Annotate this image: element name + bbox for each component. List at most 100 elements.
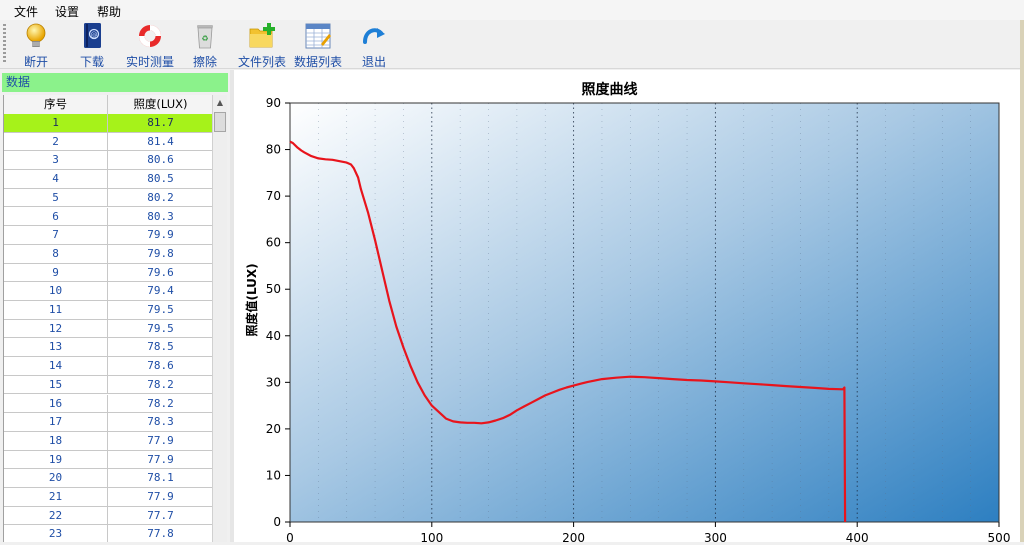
cell-illuminance: 78.6 [147,359,174,373]
table-row[interactable]: 7 79.9 [4,226,213,245]
column-header-illuminance[interactable]: 照度(LUX) [108,95,213,114]
x-tick-label: 500 [988,531,1011,542]
y-tick-label: 40 [266,329,281,343]
erase-button[interactable]: ♻ 擦除 [184,22,226,69]
table-row[interactable]: 18 77.9 [4,431,213,451]
cell-illuminance: 79.9 [147,228,174,242]
file-list-label: 文件列表 [237,55,286,69]
data-table[interactable]: 序号 照度(LUX) 1 81.7 2 81.4 3 80.6 4 80.5 5 80.2 6 80.… [3,95,213,542]
cell-illuminance: 77.8 [147,527,174,541]
cell-index: 6 [52,209,59,223]
lightbulb-icon [26,23,46,47]
cell-index: 23 [48,527,63,541]
table-row[interactable]: 12 79.5 [4,319,213,339]
table-row[interactable]: 17 78.3 [4,413,213,432]
table-row[interactable]: 5 80.2 [4,188,213,208]
cell-index: 7 [52,228,59,242]
table-row[interactable]: 8 79.8 [4,244,213,264]
y-tick-label: 60 [266,236,281,250]
table-row[interactable]: 14 78.6 [4,357,213,376]
svg-text:♻: ♻ [201,34,208,43]
cell-index: 21 [48,490,63,503]
realtime-measure-label: 实时测量 [125,55,174,69]
data-list-label: 数据列表 [293,55,342,69]
table-scrollbar[interactable]: ▲ [212,95,227,542]
column-header-index[interactable]: 序号 [4,95,107,114]
toolbar-grip[interactable] [3,24,6,64]
y-tick-label: 30 [266,375,281,389]
y-axis-label: 照度值(LUX) [244,263,259,336]
x-tick-label: 300 [704,531,727,542]
table-row[interactable]: 10 79.4 [4,282,213,301]
cell-illuminance: 78.3 [147,415,174,429]
menu-settings[interactable]: 设置 [55,3,79,20]
table-row[interactable]: 20 78.1 [4,469,213,488]
y-tick-label: 50 [266,282,281,296]
cell-index: 19 [48,452,63,466]
cell-illuminance: 78.2 [147,396,174,410]
menu-help[interactable]: 帮助 [97,3,121,20]
menu-bar: 文件 设置 帮助 [0,0,1024,20]
lifebuoy-icon [139,25,161,47]
cell-index: 15 [48,377,63,391]
y-tick-label: 20 [266,422,281,436]
y-tick-label: 80 [266,143,281,157]
disconnect-button[interactable]: 断开 [10,22,62,69]
download-button[interactable]: @ 下载 [66,22,118,69]
table-row[interactable]: 2 81.4 [4,132,213,152]
table-row[interactable]: 22 77.7 [4,506,213,526]
cell-index: 12 [48,321,63,335]
cell-index: 10 [48,284,63,298]
toolbar: 断开 @ 下载 实时测量 ♻ 擦除 文件列表 数据列表 退出 [0,20,1024,69]
table-row[interactable]: 13 78.5 [4,338,213,358]
cell-index: 3 [52,153,59,167]
folder-add-icon [249,23,275,48]
cell-index: 4 [52,172,59,186]
data-panel: 数据 序号 照度(LUX) 1 81.7 2 81.4 3 80.6 4 80.5 5 80.2 6… [0,70,230,542]
cell-illuminance: 80.2 [147,190,174,204]
table-row[interactable]: 15 78.2 [4,375,213,395]
cell-illuminance: 78.5 [147,340,174,354]
data-panel-title: 数据 [2,73,228,92]
cell-illuminance: 81.7 [147,116,174,129]
y-tick-label: 70 [266,189,281,203]
cell-index: 2 [52,134,59,148]
table-row[interactable]: 9 79.6 [4,263,213,283]
exit-button[interactable]: 退出 [354,22,394,69]
data-list-button[interactable]: 数据列表 [292,22,344,69]
scroll-thumb[interactable] [214,112,226,132]
x-tick-label: 200 [562,531,585,542]
table-row[interactable]: 16 78.2 [4,394,213,414]
cell-index: 17 [48,415,63,429]
cell-illuminance: 77.9 [147,490,174,503]
table-row[interactable]: 23 77.8 [4,525,213,542]
table-row[interactable]: 21 77.9 [4,488,213,507]
scroll-up-arrow-icon[interactable]: ▲ [213,95,227,111]
realtime-measure-button[interactable]: 实时测量 [122,22,178,69]
table-row[interactable]: 4 80.5 [4,170,213,189]
svg-text:@: @ [91,31,98,39]
cell-index: 20 [48,471,63,485]
table-row[interactable]: 19 77.9 [4,450,213,470]
table-row[interactable]: 11 79.5 [4,301,213,320]
table-row[interactable]: 1 81.7 [4,114,213,133]
table-row[interactable]: 6 80.3 [4,207,213,227]
table-header: 序号 照度(LUX) [4,95,213,115]
cell-illuminance: 79.6 [147,265,174,279]
chart-area: 0 10 20 30 40 50 60 70 80 90 0 100 200 300 400 500 照度曲线照… [234,70,1020,545]
cell-index: 9 [52,265,59,279]
cell-illuminance: 77.9 [147,433,174,447]
window-edge [1020,20,1024,542]
exit-arrow-icon [363,28,385,44]
cell-illuminance: 78.1 [147,471,174,485]
cell-index: 16 [48,396,63,410]
menu-file[interactable]: 文件 [14,3,38,20]
file-list-button[interactable]: 文件列表 [236,22,288,69]
y-tick-label: 0 [273,515,281,529]
table-row[interactable]: 3 80.6 [4,151,213,171]
cell-illuminance: 79.5 [147,303,174,316]
plot-area [290,103,999,522]
erase-label: 擦除 [192,55,217,69]
cell-index: 5 [52,190,59,204]
cell-illuminance: 79.8 [147,246,174,260]
